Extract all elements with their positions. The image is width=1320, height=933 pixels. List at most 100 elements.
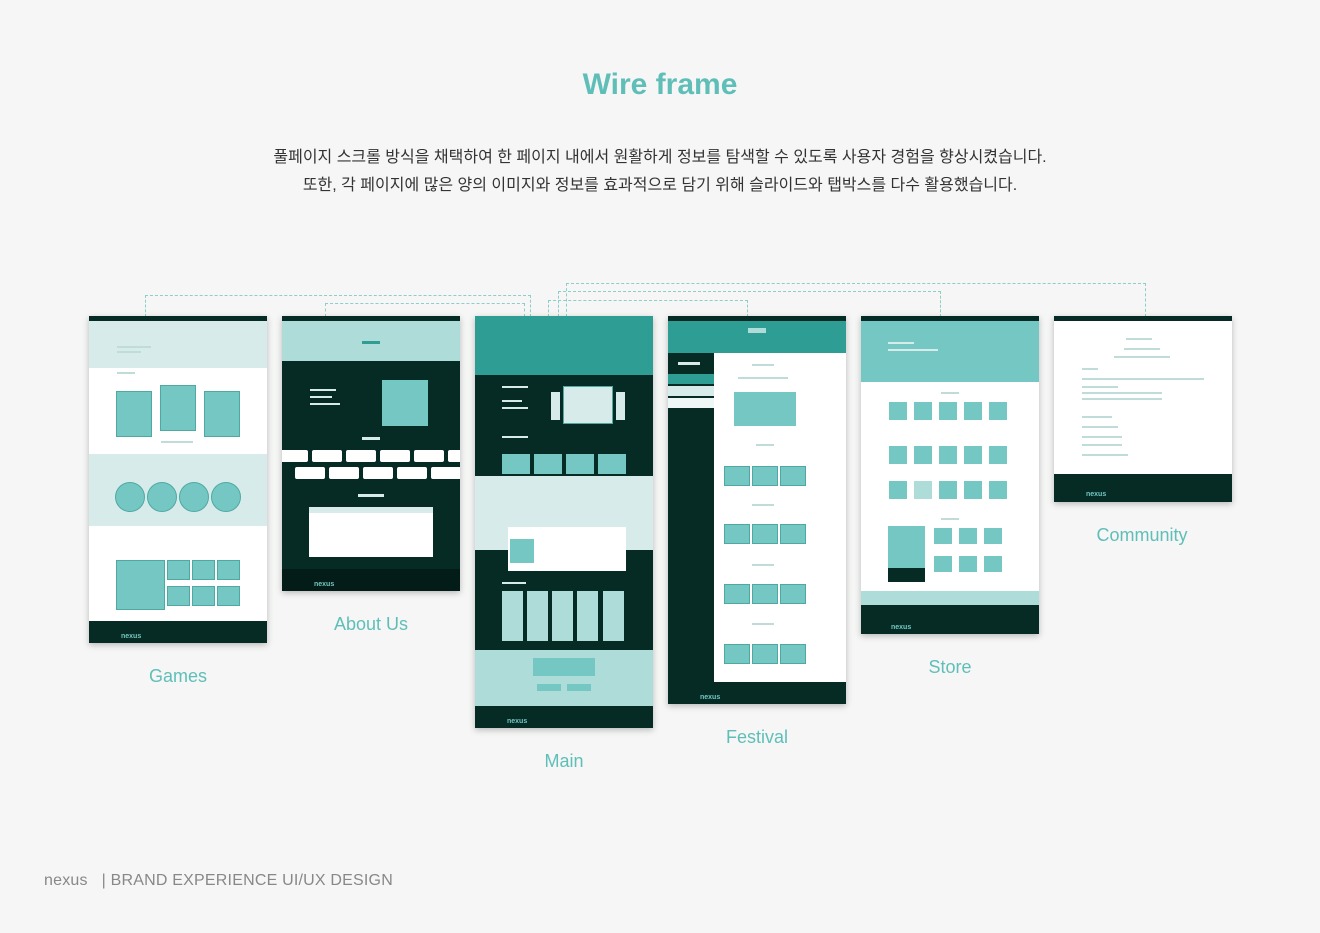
- product: [914, 481, 932, 499]
- brand-footer: nexus | BRAND EXPERIENCE UI/UX DESIGN: [44, 872, 393, 890]
- description-line-1: 풀페이지 스크롤 방식을 채택하여 한 페이지 내에서 원활하게 정보를 탐색할…: [273, 149, 1047, 166]
- section-title: [502, 436, 528, 438]
- intro-text: [310, 389, 336, 391]
- page-title: Wire frame: [582, 68, 738, 101]
- section-title: [358, 494, 384, 497]
- product: [989, 402, 1007, 420]
- section-title: [941, 518, 959, 520]
- label-games: Games: [148, 666, 208, 686]
- board-row: [1082, 392, 1162, 394]
- search-bar: [1124, 348, 1160, 350]
- product: [959, 556, 977, 572]
- section-title: [362, 437, 380, 440]
- festival-card: [780, 466, 806, 486]
- wireframe-about-us[interactable]: nexus: [282, 316, 460, 591]
- tab: [329, 467, 359, 479]
- product: [914, 446, 932, 464]
- slide-main: [563, 386, 613, 424]
- game-circle: [179, 482, 209, 512]
- intro-text: [310, 403, 340, 405]
- game-card: [116, 391, 152, 437]
- wireframe-games[interactable]: nexus: [89, 316, 267, 643]
- intro-text: [502, 386, 528, 388]
- intro-text: [310, 396, 332, 398]
- product: [989, 446, 1007, 464]
- cta-button: [537, 684, 561, 691]
- tab: [282, 450, 308, 462]
- promo-bar: [861, 591, 1039, 605]
- schedule-image: [510, 539, 534, 563]
- label-store: Store: [928, 657, 972, 677]
- tab: [414, 450, 444, 462]
- side-menu-item-active: [678, 362, 700, 365]
- footer-bar: nexus: [861, 605, 1039, 634]
- section-title: [941, 392, 959, 394]
- brand-tagline: BRAND EXPERIENCE UI/UX DESIGN: [110, 872, 393, 889]
- section-title: [117, 372, 135, 374]
- section-title: [752, 564, 774, 566]
- footer-bar: nexus: [668, 682, 846, 704]
- cta-banner: [533, 658, 595, 676]
- hero-section: [668, 321, 846, 353]
- tab: [363, 467, 393, 479]
- board-row: [1082, 398, 1162, 400]
- connector-about: [325, 303, 525, 317]
- product: [984, 528, 1002, 544]
- product: [914, 402, 932, 420]
- table-header: [309, 507, 433, 513]
- board-divider: [1082, 378, 1204, 380]
- wireframe-community[interactable]: nexus: [1054, 316, 1232, 502]
- nav-bar: [1054, 316, 1232, 321]
- festival-card: [752, 584, 778, 604]
- hero-title: [748, 328, 766, 333]
- page-description: 풀페이지 스크롤 방식을 채택하여 한 페이지 내에서 원활하게 정보를 탐색할…: [0, 144, 1320, 200]
- product: [939, 446, 957, 464]
- thumb: [167, 586, 190, 606]
- festival-card: [752, 466, 778, 486]
- game-card: [160, 385, 196, 431]
- thumb: [217, 586, 240, 606]
- label-community: Community: [1096, 525, 1188, 545]
- poster: [502, 591, 523, 641]
- hero-text: [888, 349, 938, 351]
- connector-community: [566, 283, 1146, 317]
- tab: [431, 467, 460, 479]
- brand-name: nexus: [44, 872, 88, 889]
- festival-card: [780, 524, 806, 544]
- page-heading: [1126, 338, 1152, 340]
- label-festival: Festival: [725, 727, 788, 747]
- news-card: [566, 454, 594, 474]
- wireframe-main[interactable]: nexus: [475, 316, 653, 728]
- intro-text: [502, 400, 522, 402]
- product: [964, 481, 982, 499]
- news-card: [534, 454, 562, 474]
- footer-logo: nexus: [700, 694, 721, 701]
- wireframe-store[interactable]: nexus: [861, 316, 1039, 634]
- hero-text: [117, 346, 151, 348]
- product: [984, 556, 1002, 572]
- festival-banner: [734, 392, 796, 426]
- footer-logo: nexus: [1086, 491, 1107, 498]
- hero-section: [861, 321, 1039, 382]
- thumb: [217, 560, 240, 580]
- side-menu-item: [668, 374, 714, 384]
- festival-card: [724, 524, 750, 544]
- product: [989, 481, 1007, 499]
- news-card: [598, 454, 626, 474]
- intro-image: [382, 380, 428, 426]
- cta-button: [567, 684, 591, 691]
- product: [939, 481, 957, 499]
- board-row: [1082, 386, 1118, 388]
- info-table: [309, 507, 433, 557]
- hero-section: [89, 321, 267, 368]
- product: [889, 402, 907, 420]
- festival-card: [752, 644, 778, 664]
- festival-card: [724, 466, 750, 486]
- thumb: [167, 560, 190, 580]
- product: [959, 528, 977, 544]
- label-about-us: About Us: [333, 614, 409, 634]
- board-header: [1082, 368, 1098, 370]
- product: [934, 556, 952, 572]
- wireframe-festival[interactable]: nexus: [668, 316, 846, 704]
- section-title: [752, 504, 774, 506]
